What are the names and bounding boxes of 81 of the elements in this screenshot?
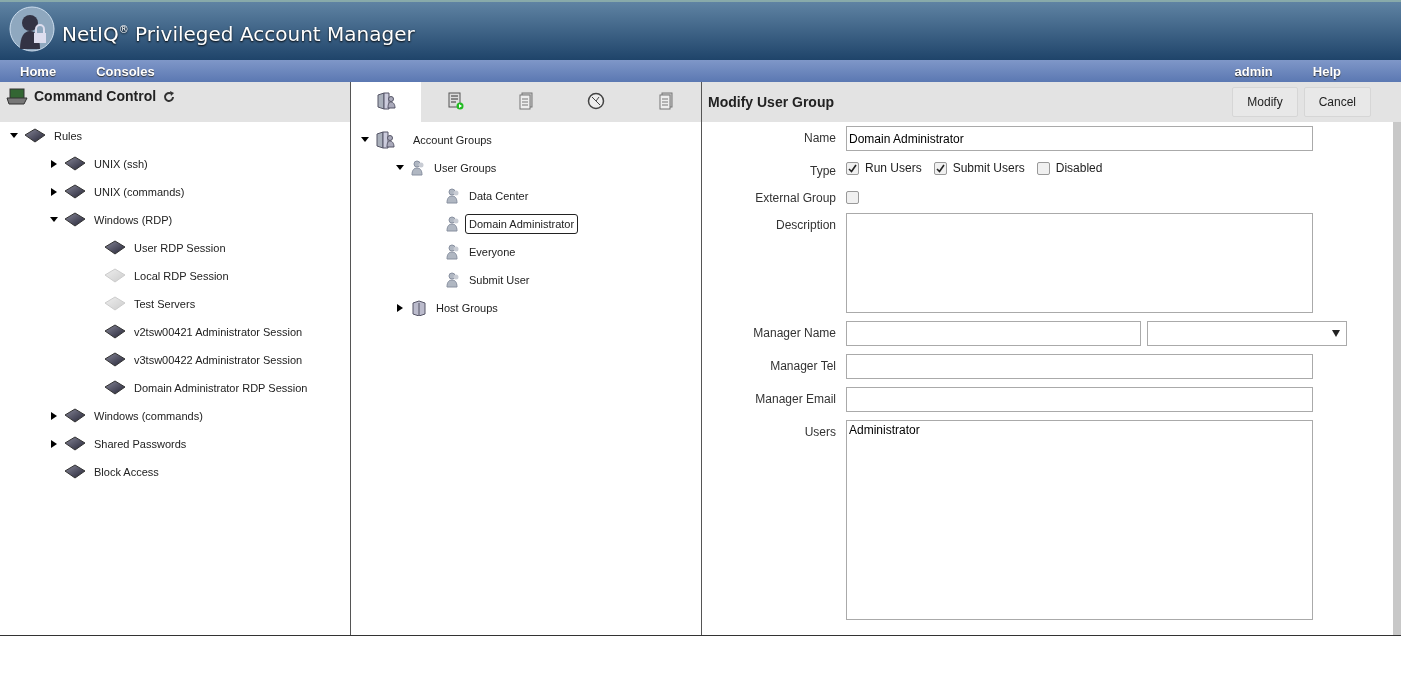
text-area[interactable]: Administrator: [846, 420, 1313, 620]
diamond-icon: [64, 156, 86, 172]
tree-item[interactable]: v2tsw00421 Administrator Session: [130, 322, 307, 342]
diamond-icon: [64, 436, 86, 452]
action-button[interactable]: Cancel: [1303, 87, 1371, 117]
tree-item[interactable]: Submit User: [465, 270, 534, 290]
checkbox-label: Submit Users: [952, 161, 1025, 175]
tree-item[interactable]: UNIX (ssh): [90, 154, 152, 174]
refresh-icon[interactable]: [162, 90, 177, 104]
script-icon: [448, 92, 464, 110]
book-icon: [376, 92, 396, 110]
tree-item[interactable]: Account Groups: [409, 130, 496, 150]
field-label: Name: [803, 130, 836, 145]
tree-item[interactable]: Domain Administrator: [465, 214, 579, 234]
users-icon: [410, 160, 426, 176]
tree-item[interactable]: UNIX (commands): [90, 182, 189, 202]
tree-item[interactable]: Rules: [50, 126, 87, 146]
collapsed-arrow-icon[interactable]: [50, 412, 58, 420]
checkbox[interactable]: [933, 161, 947, 175]
field-label: Type: [809, 163, 836, 178]
diamond-icon: [24, 128, 46, 144]
panel-title: Modify User Group: [708, 94, 834, 110]
tree-item[interactable]: Windows (commands): [90, 406, 207, 426]
checkbox-label: Disabled: [1055, 161, 1103, 175]
checkbox-label: Run Users: [865, 161, 922, 175]
collapsed-arrow-icon[interactable]: [396, 304, 404, 312]
tree-item[interactable]: Everyone: [465, 242, 520, 262]
field-label: Manager Name: [752, 325, 836, 340]
input-field[interactable]: [846, 354, 1313, 379]
terminal-icon: [6, 88, 28, 106]
field-label: Manager Tel: [769, 358, 836, 373]
users-icon: [445, 216, 461, 232]
field-label: Description: [774, 217, 836, 232]
tree-item[interactable]: Domain Administrator RDP Session: [130, 378, 312, 398]
diamond-icon: [64, 184, 86, 200]
clock-icon: [587, 92, 605, 110]
users-icon: [445, 244, 461, 260]
check-mark-icon: [935, 163, 945, 173]
collapsed-arrow-icon[interactable]: [50, 160, 58, 168]
expanded-arrow-icon[interactable]: [361, 136, 369, 144]
tree-item[interactable]: Windows (RDP): [90, 210, 177, 230]
check-mark-icon: [848, 163, 857, 173]
app-title: NetIQ$^{®}$ Privileged Account Manager: [62, 22, 415, 46]
users-icon: [445, 188, 461, 204]
tree-item[interactable]: User Groups: [430, 158, 501, 178]
tree-item[interactable]: v3tsw00422 Administrator Session: [130, 350, 307, 370]
diamond-icon: [64, 408, 86, 424]
expanded-arrow-icon[interactable]: [50, 216, 58, 224]
document-icon: [659, 92, 673, 110]
scrollbar[interactable]: [1393, 122, 1401, 635]
input-field[interactable]: Domain Administrator: [846, 126, 1313, 151]
checkbox[interactable]: [1036, 161, 1050, 175]
book-icon: [375, 131, 395, 149]
document-icon: [519, 92, 533, 110]
caret-icon: [1332, 330, 1340, 337]
collapsed-arrow-icon[interactable]: [50, 188, 58, 196]
tree-item[interactable]: Data Center: [465, 186, 533, 206]
panel-title: Command Control: [34, 88, 157, 104]
nav-link[interactable]: Consoles: [96, 63, 155, 79]
expanded-arrow-icon[interactable]: [396, 164, 404, 172]
nav-link[interactable]: admin: [1234, 63, 1273, 79]
nav-link[interactable]: Home: [20, 63, 57, 79]
collapsed-arrow-icon[interactable]: [50, 440, 58, 448]
input-field[interactable]: [846, 321, 1141, 346]
tab[interactable]: [351, 82, 421, 122]
tree-item[interactable]: Block Access: [90, 462, 163, 482]
tree-item[interactable]: User RDP Session: [130, 238, 230, 258]
field-label: Users: [803, 424, 836, 439]
users-icon: [445, 272, 461, 288]
tree-item[interactable]: Shared Passwords: [90, 434, 191, 454]
server-icon: [410, 300, 428, 316]
field-label: Manager Email: [754, 391, 836, 406]
input-field[interactable]: [846, 387, 1313, 412]
tree-item[interactable]: Host Groups: [432, 298, 502, 318]
expanded-arrow-icon[interactable]: [10, 132, 18, 140]
nav-link[interactable]: Help: [1312, 63, 1341, 79]
field-label: External Group: [754, 190, 836, 205]
checkbox[interactable]: [846, 161, 859, 175]
action-button[interactable]: Modify: [1232, 87, 1298, 117]
diamond-icon: [64, 212, 86, 228]
checkbox[interactable]: [846, 191, 859, 204]
